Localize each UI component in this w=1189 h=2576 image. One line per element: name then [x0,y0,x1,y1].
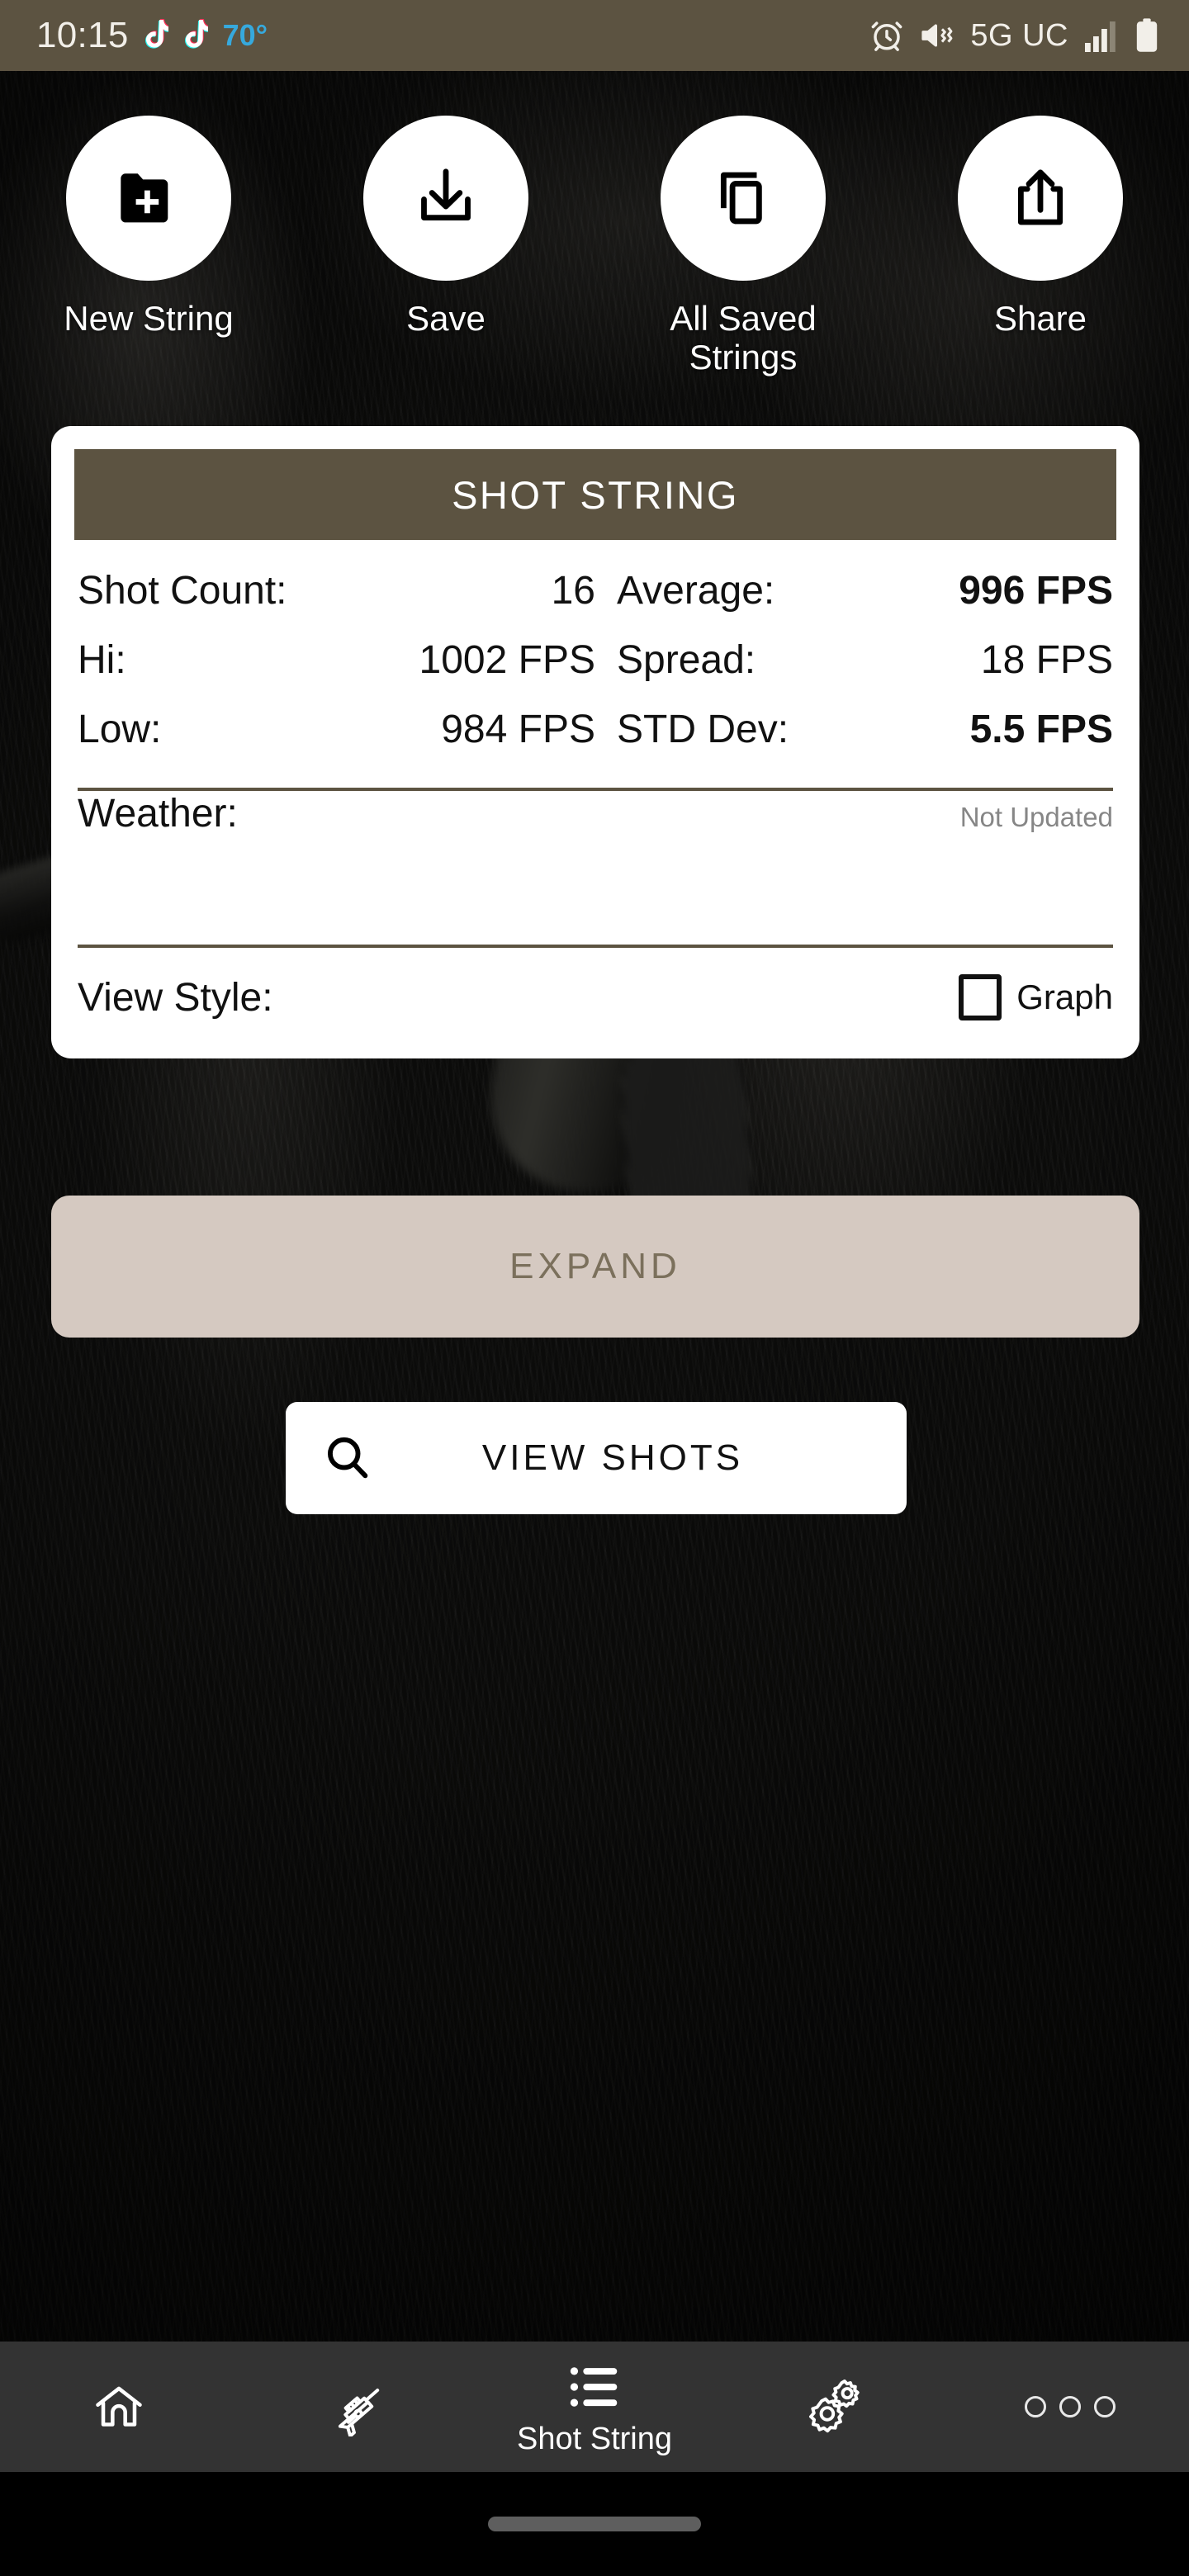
card-body: Shot Count: 16 Average: 996 FPS Hi: 1002… [51,540,1139,1058]
status-clock: 10:15 [36,15,129,55]
stat-value: 996 FPS [959,569,1113,613]
gesture-pill[interactable] [488,2517,701,2531]
action-label: Share [993,299,1087,338]
graph-checkbox[interactable] [959,974,1002,1020]
stat-value: 16 [551,569,595,613]
graph-checkbox-group[interactable]: Graph [959,974,1113,1020]
stat-value: 984 FPS [441,708,595,751]
folder-plus-icon [113,163,184,234]
view-style-section: View Style: Graph [78,948,1113,1040]
list-icon [567,2357,622,2417]
action-label: New String [64,299,234,338]
view-shots-button[interactable]: VIEW SHOTS [286,1402,907,1514]
action-label: All Saved Strings [670,299,817,377]
view-style-label: View Style: [78,975,273,1020]
signal-icon [1083,19,1120,52]
vibrate-icon [919,18,955,53]
stat-key: Low: [78,708,162,751]
expand-button[interactable]: EXPAND [51,1196,1139,1338]
status-bar-left: 10:15 70° [36,15,268,56]
nav-item-settings[interactable] [713,2342,951,2472]
view-shots-label: VIEW SHOTS [481,1437,744,1478]
home-icon [91,2377,147,2436]
nav-item-more[interactable] [951,2342,1189,2472]
stat-key: Spread: [617,638,756,682]
share-upload-icon [1005,163,1076,234]
stat-value: 1002 FPS [419,638,595,682]
weather-temp-indicator: 70° [222,18,268,52]
expand-button-label: EXPAND [509,1246,681,1286]
stat-spread: Spread: 18 FPS [595,637,1113,707]
bottom-nav-bar: Shot String [0,2342,1189,2472]
stat-key: Hi: [78,638,126,682]
search-icon [286,1432,410,1485]
copy-duplicate-icon [708,163,779,234]
new-string-button[interactable] [66,116,231,281]
gesture-nav-bar [0,2472,1189,2576]
stat-key: Average: [617,569,775,613]
status-bar: 10:15 70° 5G UC [0,0,1189,71]
alarm-icon [869,18,904,53]
all-saved-strings-button[interactable] [661,116,826,281]
action-label: Save [406,299,486,338]
download-tray-icon [410,163,481,234]
tiktok-icon [140,19,168,52]
card-title: SHOT STRING [452,472,739,517]
battery-icon [1135,18,1159,53]
stat-value: 18 FPS [980,638,1113,682]
status-bar-right: 5G UC [869,18,1159,54]
shot-string-card: SHOT STRING Shot Count: 16 Average: 996 … [51,426,1139,1058]
stat-key: STD Dev: [617,708,789,751]
action-new-string[interactable]: New String [0,116,297,376]
stats-grid: Shot Count: 16 Average: 996 FPS Hi: 1002… [78,568,1113,776]
nav-item-home[interactable] [0,2342,238,2472]
stat-average: Average: 996 FPS [595,568,1113,637]
gears-icon [801,2377,864,2436]
save-button[interactable] [363,116,528,281]
rifle-icon [325,2377,388,2436]
action-save[interactable]: Save [297,116,594,376]
more-dots-icon [1025,2377,1116,2436]
stat-key: Shot Count: [78,569,287,613]
nav-item-shot-string[interactable]: Shot String [476,2342,713,2472]
stat-value: 5.5 FPS [969,708,1113,751]
weather-status: Not Updated [959,802,1113,832]
app-screen: 10:15 70° 5G UC New String Save All Save… [0,0,1189,2576]
action-share[interactable]: Share [892,116,1189,376]
stat-std-dev: STD Dev: 5.5 FPS [595,707,1113,776]
graph-checkbox-label: Graph [1016,978,1113,1016]
stat-hi: Hi: 1002 FPS [78,637,595,707]
tiktok-icon [180,19,208,52]
weather-label: Weather: [78,792,238,836]
nav-item-label: Shot String [517,2421,672,2456]
share-button[interactable] [958,116,1123,281]
nav-item-rifle[interactable] [238,2342,476,2472]
stat-low: Low: 984 FPS [78,707,595,776]
card-banner: SHOT STRING [74,449,1116,540]
quick-actions-row: New String Save All Saved Strings Share [0,116,1189,376]
stat-shot-count: Shot Count: 16 [78,568,595,637]
action-all-saved-strings[interactable]: All Saved Strings [594,116,892,376]
weather-section[interactable]: Weather: Not Updated [78,791,1113,933]
network-label: 5G UC [970,17,1068,53]
